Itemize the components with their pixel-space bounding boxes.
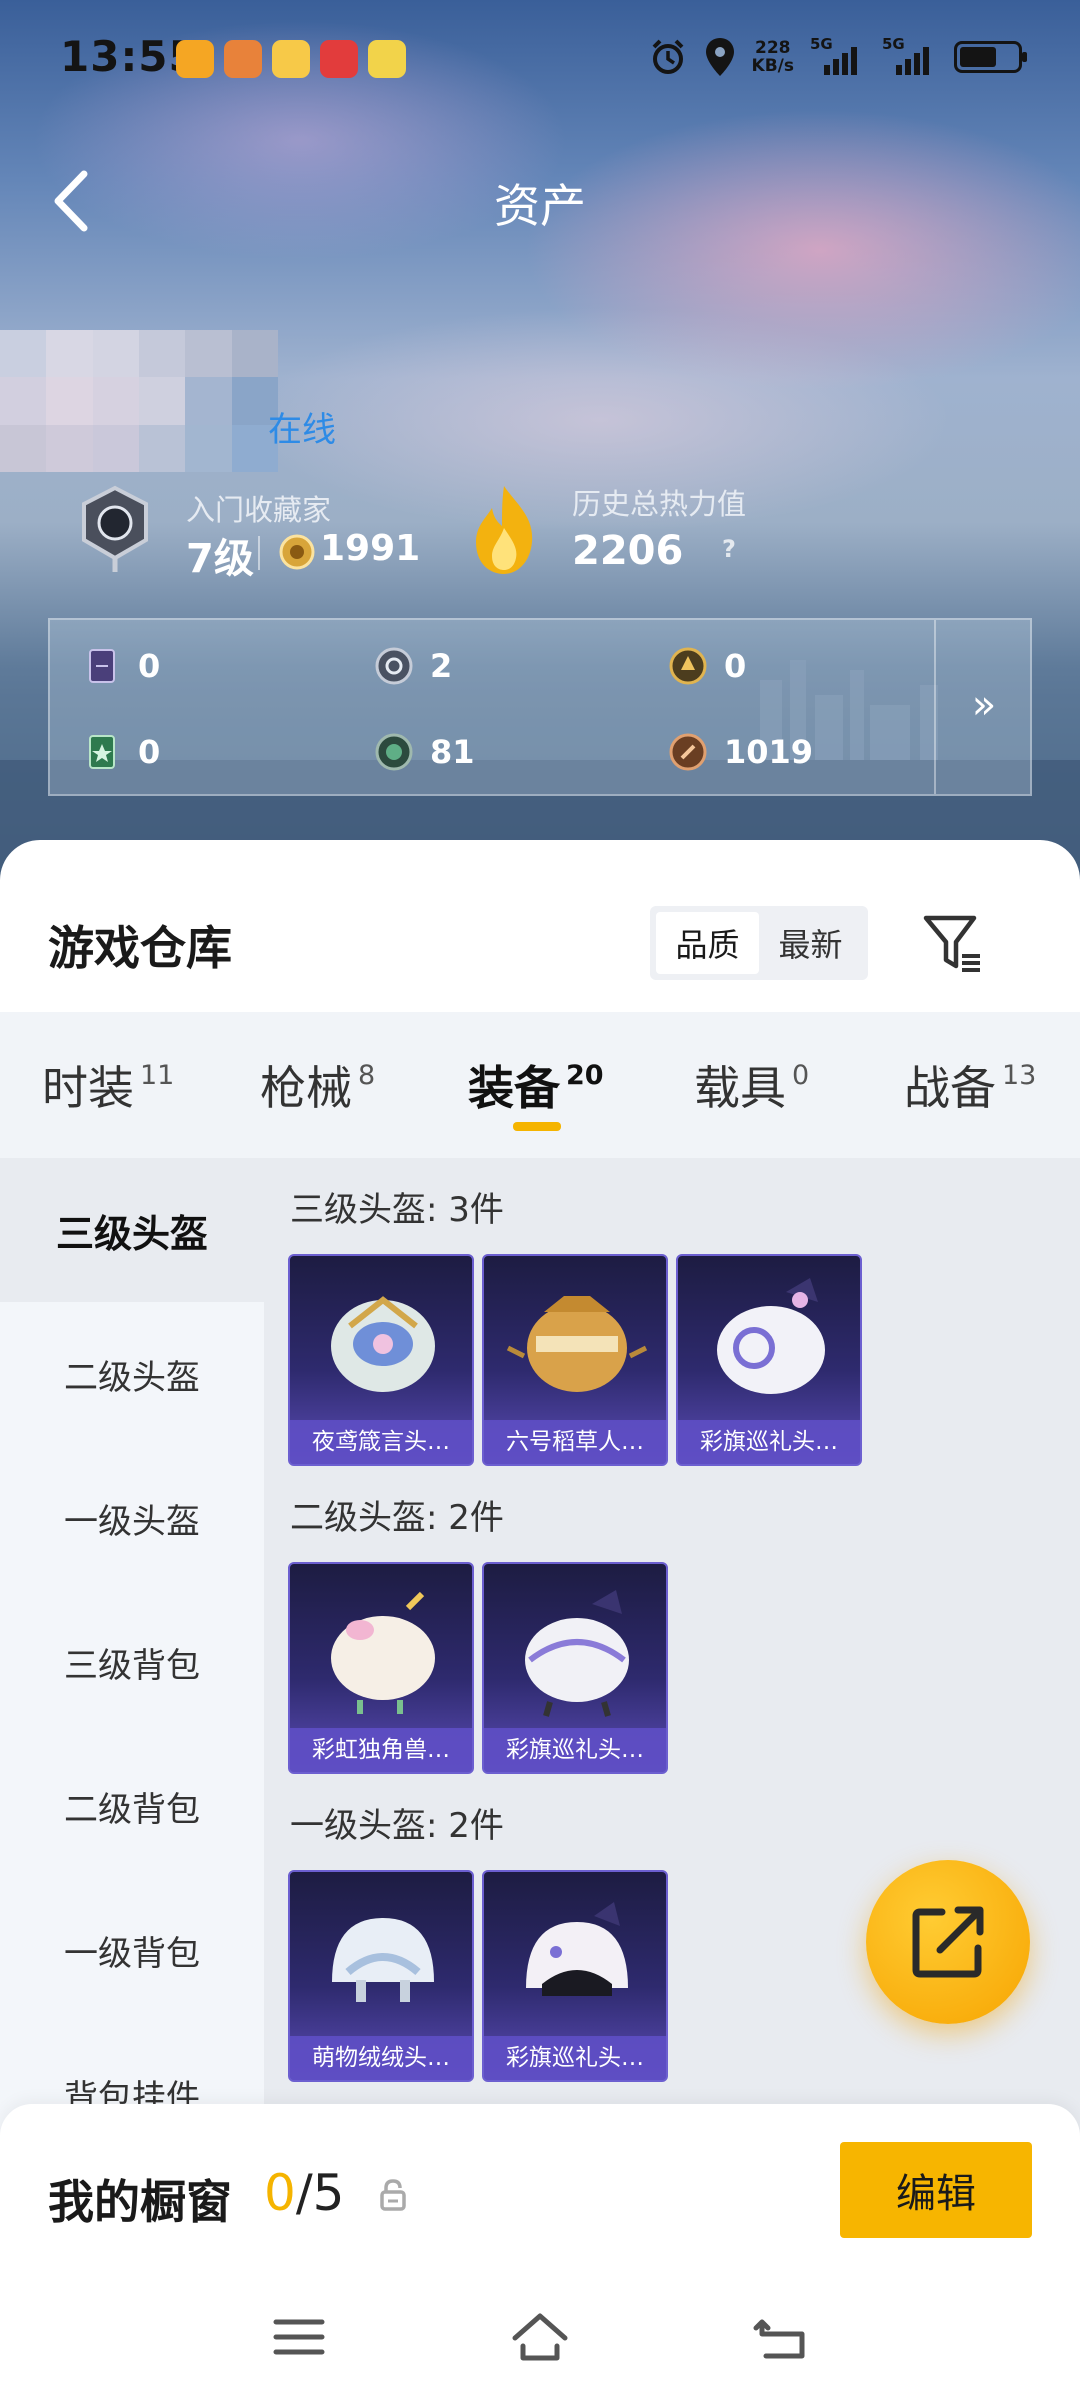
item-name: 彩旗巡礼头… xyxy=(678,1420,860,1464)
section-title: 三级头盔: 3件 xyxy=(290,1190,504,1230)
back-icon[interactable] xyxy=(748,2304,814,2370)
category-tabs: 时装 11 枪械 8 装备 20 载具 0 战备 13 xyxy=(0,1012,1080,1158)
helmet-image xyxy=(332,1918,434,2002)
helmet-image xyxy=(331,1591,435,1714)
helmet-image xyxy=(717,1278,825,1394)
alarm-icon xyxy=(652,39,683,74)
item-card[interactable]: 彩虹独角兽… xyxy=(288,1562,474,1774)
status-bar: 13:55 228 KB/s 5G 5G xyxy=(0,0,1080,110)
section-title: 二级头盔: 2件 xyxy=(290,1498,504,1538)
warehouse-title: 游戏仓库 xyxy=(48,921,232,975)
collector-rank-badge-icon xyxy=(82,485,148,572)
avatar-blurred xyxy=(0,330,278,472)
divider xyxy=(258,536,260,570)
external-link-icon xyxy=(912,1906,984,1978)
help-icon[interactable]: ? xyxy=(714,534,744,564)
sort-option-latest[interactable]: 最新 xyxy=(759,912,862,974)
sidebar-item-level2-backpack[interactable]: 二级背包 xyxy=(0,1734,264,1878)
status-right: 228 KB/s 5G 5G xyxy=(648,35,1027,78)
sidebar-item-level2-helmet[interactable]: 二级头盔 xyxy=(0,1302,264,1446)
green-card-icon xyxy=(89,735,115,769)
item-card[interactable]: 彩旗巡礼头… xyxy=(482,1562,668,1774)
app-notification-icon xyxy=(272,40,310,78)
menu-icon[interactable] xyxy=(266,2304,332,2370)
showcase-bar: 我的橱窗 0/5 编辑 xyxy=(0,2104,1080,2400)
item-name: 彩虹独角兽… xyxy=(290,1728,472,1772)
location-icon xyxy=(705,38,734,76)
stat-item: 2 xyxy=(374,646,452,686)
item-card[interactable]: 六号稻草人… xyxy=(482,1254,668,1466)
helmet-image xyxy=(506,1296,648,1392)
flame-icon xyxy=(476,486,533,574)
app-notification-icon xyxy=(320,40,358,78)
active-tab-indicator xyxy=(513,1122,561,1131)
collector-points-icon xyxy=(279,534,315,570)
item-name: 彩旗巡礼头… xyxy=(484,2036,666,2080)
lock-icon xyxy=(380,2179,406,2211)
helmet-image xyxy=(526,1902,628,1996)
heat-value: 2206 xyxy=(572,528,684,574)
stat-item: 0 xyxy=(82,732,160,772)
currency-stats-panel: 0 2 0 0 81 1019 » xyxy=(48,618,1032,796)
green-orb-icon xyxy=(375,733,413,771)
tab-battle-prep[interactable]: 战备 13 xyxy=(904,1052,1036,1118)
sidebar-item-level3-helmet[interactable]: 三级头盔 xyxy=(0,1158,264,1302)
expand-stats-button[interactable]: » xyxy=(936,620,1032,794)
item-card[interactable]: 夜鸢箴言头… xyxy=(288,1254,474,1466)
tab-firearms[interactable]: 枪械 8 xyxy=(260,1052,375,1118)
page-title: 资产 xyxy=(494,179,586,233)
sort-toggle: 品质 最新 xyxy=(650,906,868,980)
section-title: 一级头盔: 2件 xyxy=(290,1806,504,1846)
showcase-title: 我的橱窗 xyxy=(48,2175,232,2229)
stat-item: 0 xyxy=(668,646,746,686)
home-icon[interactable] xyxy=(507,2304,573,2370)
edit-button[interactable]: 编辑 xyxy=(840,2142,1032,2238)
item-name: 六号稻草人… xyxy=(484,1420,666,1464)
tab-vehicles[interactable]: 载具 0 xyxy=(694,1052,809,1118)
showcase-count: 0/5 xyxy=(264,2164,345,2222)
signal-icon: 5G xyxy=(882,35,938,75)
silver-coin-icon xyxy=(375,647,413,685)
sidebar-item-level3-backpack[interactable]: 三级背包 xyxy=(0,1590,264,1734)
share-button[interactable] xyxy=(866,1860,1030,2024)
filter-icon[interactable] xyxy=(920,910,986,976)
sort-option-quality[interactable]: 品质 xyxy=(656,912,759,974)
stat-item: 1019 xyxy=(668,732,813,772)
helmet-image xyxy=(525,1590,629,1717)
item-name: 彩旗巡礼头… xyxy=(484,1728,666,1772)
app-notification-icon xyxy=(368,40,406,78)
signal-icon: 5G xyxy=(810,35,866,75)
notification-icons xyxy=(176,40,406,78)
tab-equipment[interactable]: 装备 20 xyxy=(468,1052,604,1118)
item-card[interactable]: 萌物绒绒头… xyxy=(288,1870,474,2082)
heat-title: 历史总热力值 xyxy=(572,487,747,521)
item-name: 夜鸢箴言头… xyxy=(290,1420,472,1464)
gold-coin-icon xyxy=(669,647,707,685)
stat-item: 81 xyxy=(374,732,475,772)
app-notification-icon xyxy=(176,40,214,78)
item-card[interactable]: 彩旗巡礼头… xyxy=(676,1254,862,1466)
sidebar-item-level1-helmet[interactable]: 一级头盔 xyxy=(0,1446,264,1590)
stat-item: 0 xyxy=(82,646,160,686)
net-speed: 228 KB/s xyxy=(751,38,794,76)
tab-fashion[interactable]: 时装 11 xyxy=(42,1052,174,1118)
sidebar-item-level1-backpack[interactable]: 一级背包 xyxy=(0,1878,264,2022)
item-card[interactable]: 彩旗巡礼头… xyxy=(482,1870,668,2082)
helmet-image xyxy=(331,1296,435,1392)
rank-points: 1991 xyxy=(320,528,421,569)
item-name: 萌物绒绒头… xyxy=(290,2036,472,2080)
purple-card-icon xyxy=(89,649,115,683)
app-notification-icon xyxy=(224,40,262,78)
battery-icon xyxy=(954,41,1027,73)
system-navigation-bar xyxy=(0,2294,1080,2384)
bronze-coin-icon xyxy=(669,733,707,771)
online-status: 在线 xyxy=(268,410,336,450)
rank-level: 7级 xyxy=(186,536,254,582)
rank-title: 入门收藏家 xyxy=(186,493,332,527)
